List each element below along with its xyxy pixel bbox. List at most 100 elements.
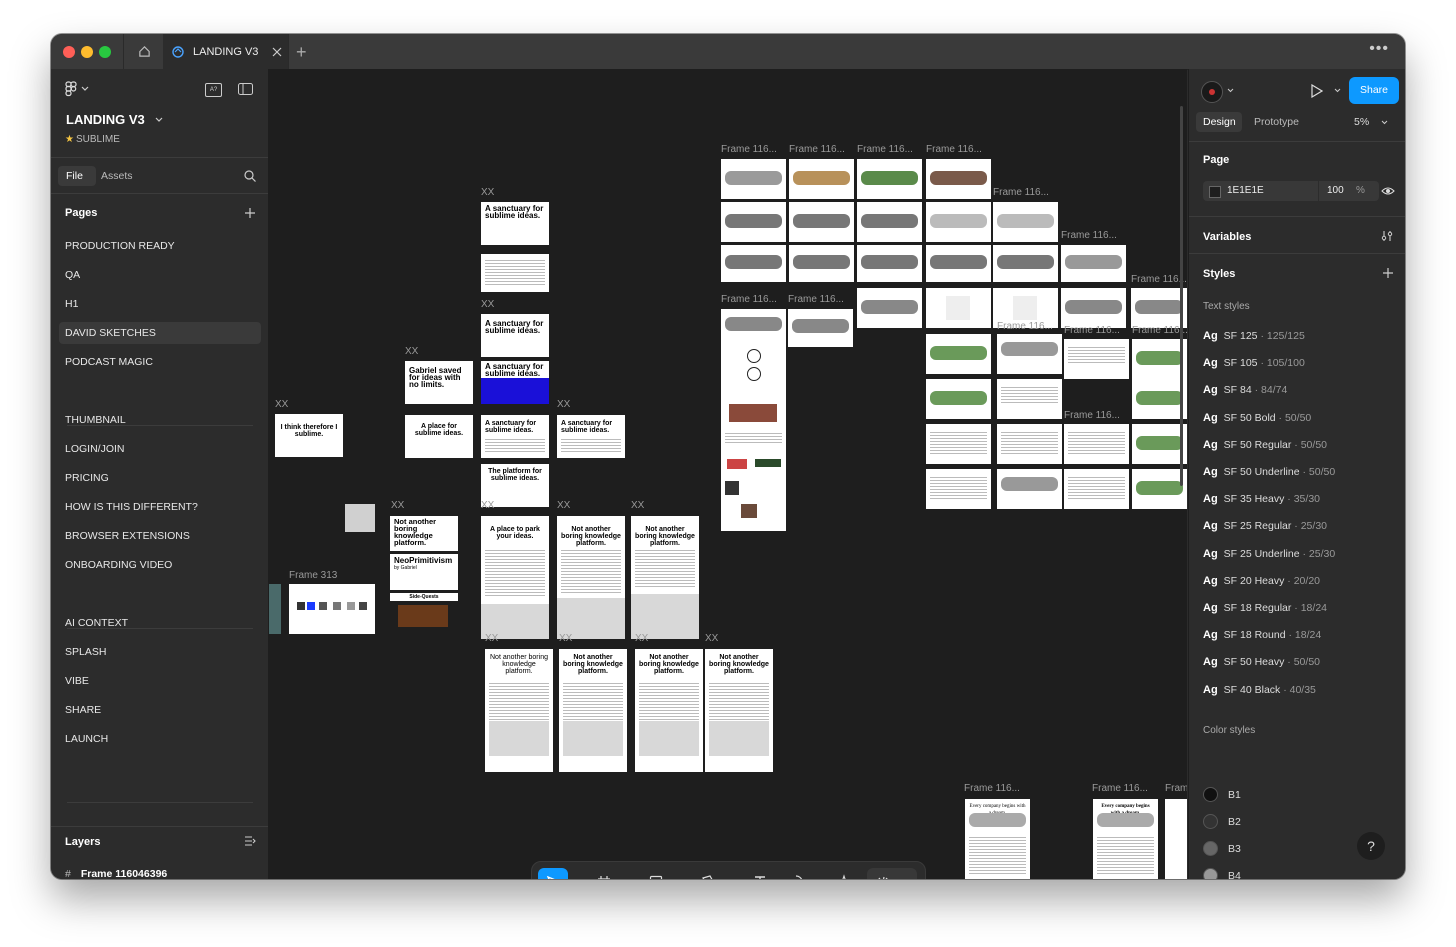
page-item[interactable]: PRODUCTION READY <box>59 235 261 257</box>
move-tool-button[interactable] <box>538 868 568 879</box>
color-style-item[interactable]: B4 <box>1203 868 1241 879</box>
frame-label[interactable]: XX <box>391 500 404 511</box>
text-style-item[interactable]: Ag SF 50 Underline · 50/50 <box>1203 466 1335 478</box>
canvas-frame[interactable] <box>721 309 786 531</box>
tab-design[interactable]: Design <box>1196 112 1242 132</box>
canvas-frame[interactable] <box>997 424 1062 464</box>
eye-icon[interactable] <box>1381 186 1395 196</box>
page-item[interactable]: HOW IS THIS DIFFERENT? <box>59 496 261 518</box>
frame-label[interactable]: Frame 116... <box>1132 325 1187 336</box>
frame-label[interactable]: Frame 116... <box>857 144 913 155</box>
color-style-item[interactable]: B1 <box>1203 787 1241 802</box>
add-page-icon[interactable] <box>244 207 256 219</box>
frame-label[interactable]: Frame 116... <box>721 144 777 155</box>
canvas-frame[interactable] <box>789 159 854 199</box>
canvas-frame[interactable]: A sanctuary for sublime ideas. <box>481 361 549 404</box>
frame-label[interactable]: XX <box>481 299 494 310</box>
text-style-item[interactable]: Ag SF 18 Round · 18/24 <box>1203 629 1321 641</box>
canvas-frame[interactable]: I think therefore I sublime. <box>275 414 343 457</box>
more-menu-button[interactable]: ••• <box>1369 40 1389 58</box>
chevron-down-icon[interactable] <box>672 868 682 879</box>
canvas-frame[interactable] <box>1165 799 1187 879</box>
frame-label[interactable]: XX <box>631 500 644 511</box>
text-style-item[interactable]: Ag SF 25 Underline · 25/30 <box>1203 548 1335 560</box>
canvas-frame[interactable]: Every company begins with a dream. <box>965 799 1030 879</box>
text-style-item[interactable]: Ag SF 50 Regular · 50/50 <box>1203 439 1327 451</box>
page-item[interactable]: LAUNCH <box>59 728 261 750</box>
photo-frame[interactable] <box>345 504 375 532</box>
text-style-item[interactable]: Ag SF 105 · 105/100 <box>1203 357 1305 369</box>
canvas-frame[interactable]: Gabriel saved for ideas with no limits. <box>405 361 473 404</box>
frame-label[interactable]: Frame 116... <box>721 294 777 305</box>
main-menu-button[interactable] <box>65 81 89 97</box>
canvas-frame[interactable] <box>926 288 991 328</box>
canvas-frame[interactable]: A sanctuary for sublime ideas. <box>481 314 549 357</box>
canvas-frame[interactable]: Not another boring knowledge platform. <box>631 516 699 639</box>
page-item[interactable]: BROWSER EXTENSIONS <box>59 525 261 547</box>
canvas-frame[interactable] <box>1132 469 1187 509</box>
dev-mode-toggle[interactable] <box>867 868 917 879</box>
chevron-down-icon[interactable] <box>570 868 580 879</box>
chevron-down-icon[interactable] <box>723 868 733 879</box>
canvas-frame[interactable] <box>926 469 991 509</box>
avatar[interactable] <box>1201 81 1223 103</box>
canvas-frame[interactable] <box>857 245 922 282</box>
vertical-scrollbar[interactable] <box>1180 106 1183 486</box>
canvas-frame[interactable]: Side-Quests <box>390 593 458 629</box>
frame-label[interactable]: Frame 116... <box>1064 325 1120 336</box>
canvas-frame[interactable] <box>926 159 991 199</box>
canvas-frame[interactable]: NeoPrimitivism by Gabriel <box>390 554 458 590</box>
close-window-button[interactable] <box>63 46 75 58</box>
canvas-frame[interactable]: A sanctuary for sublime ideas. <box>557 415 625 458</box>
page-item[interactable]: VIBE <box>59 670 261 692</box>
frame-tool-button[interactable] <box>592 868 616 879</box>
page-item[interactable]: THUMBNAIL <box>59 409 261 431</box>
chevron-down-icon[interactable] <box>620 868 630 879</box>
canvas-frame[interactable] <box>926 424 991 464</box>
chevron-down-icon[interactable] <box>810 868 820 879</box>
canvas-frame[interactable]: Not another boring knowledge platform. <box>557 516 625 639</box>
zoom-window-button[interactable] <box>99 46 111 58</box>
close-tab-icon[interactable] <box>272 47 282 57</box>
canvas-frame[interactable] <box>926 202 991 242</box>
frame-label[interactable]: XX <box>559 633 572 644</box>
color-style-item[interactable]: B3 <box>1203 841 1241 856</box>
frame-label[interactable]: Frame 116... <box>789 144 845 155</box>
text-tool-button[interactable] <box>748 868 772 879</box>
canvas-frame[interactable] <box>997 334 1062 374</box>
frame-label[interactable]: XX <box>481 187 494 198</box>
file-name[interactable]: LANDING V3 <box>66 112 163 127</box>
frame-label[interactable]: Frame 116... <box>964 783 1020 794</box>
canvas-frame[interactable] <box>993 245 1058 282</box>
canvas-frame[interactable] <box>789 202 854 242</box>
canvas-frame[interactable] <box>1132 379 1187 419</box>
search-icon[interactable] <box>244 170 256 182</box>
page-item[interactable]: PRICING <box>59 467 261 489</box>
page-item[interactable]: QA <box>59 264 261 286</box>
chevron-down-icon[interactable] <box>1334 88 1341 93</box>
layer-row[interactable]: # Frame 116046396 <box>65 868 167 879</box>
frame-label[interactable]: Frame 116... <box>1131 274 1187 285</box>
text-style-item[interactable]: Ag SF 35 Heavy · 35/30 <box>1203 493 1320 505</box>
tab-prototype[interactable]: Prototype <box>1254 116 1299 128</box>
canvas-frame[interactable] <box>721 159 786 199</box>
canvas-frame[interactable] <box>993 202 1058 242</box>
canvas-frame[interactable] <box>788 309 853 347</box>
canvas-frame[interactable] <box>857 288 922 328</box>
frame-label[interactable]: XX <box>705 633 718 644</box>
play-icon[interactable] <box>1310 84 1323 98</box>
canvas-frame[interactable]: Not another boring knowledge platform. <box>485 649 553 772</box>
color-style-item[interactable]: B2 <box>1203 814 1241 829</box>
ai-toggle-icon[interactable]: A? <box>205 83 222 97</box>
canvas-frame[interactable] <box>1061 288 1126 328</box>
page-background-field[interactable]: 1E1E1E 100 % <box>1203 181 1379 201</box>
frame-label[interactable]: Frame 116... <box>1064 410 1120 421</box>
help-button[interactable]: ? <box>1357 832 1385 860</box>
canvas-frame[interactable] <box>721 202 786 242</box>
frame-label[interactable]: Frame 116... <box>788 294 844 305</box>
variables-header[interactable]: Variables <box>1203 231 1251 243</box>
partial-frame[interactable] <box>269 584 281 634</box>
canvas-frame[interactable] <box>926 379 991 419</box>
background-hex[interactable]: 1E1E1E <box>1227 185 1264 196</box>
text-style-item[interactable]: Ag SF 40 Black · 40/35 <box>1203 684 1316 696</box>
